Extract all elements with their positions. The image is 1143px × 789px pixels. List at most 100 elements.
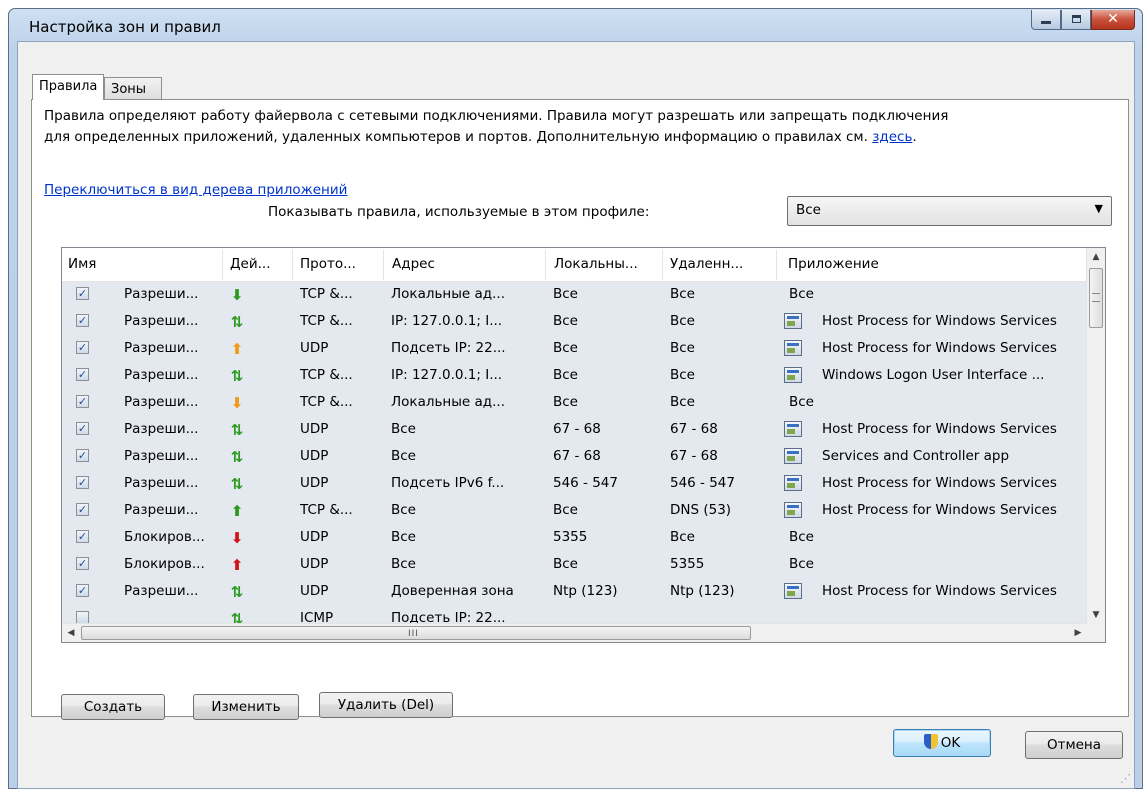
application-icon bbox=[784, 313, 802, 329]
maximize-button[interactable] bbox=[1061, 10, 1091, 30]
rule-protocol: UDP bbox=[300, 475, 329, 491]
table-row[interactable]: ✓ Разреши... ⇅ UDP Все 67 - 68 67 - 68 S… bbox=[62, 444, 1087, 471]
scroll-down-icon[interactable]: ▼ bbox=[1087, 606, 1105, 624]
horizontal-scrollbar[interactable]: ◀ III ▶ bbox=[62, 623, 1087, 642]
row-enabled-checkbox[interactable]: ✓ bbox=[76, 530, 89, 543]
rule-remote-port: Все bbox=[670, 313, 695, 329]
vertical-scrollbar[interactable]: ▲ ▼ bbox=[1086, 248, 1105, 624]
row-enabled-checkbox[interactable]: ✓ bbox=[76, 395, 89, 408]
table-row[interactable]: ✓ Разреши... ⇅ TCP &... IP: 127.0.0.1; I… bbox=[62, 363, 1087, 390]
horizontal-scroll-thumb[interactable]: III bbox=[81, 626, 751, 640]
table-row[interactable]: ✓ Разреши... ⇅ UDP Доверенная зона Ntp (… bbox=[62, 579, 1087, 606]
uac-shield-icon bbox=[923, 734, 938, 749]
tab-zones[interactable]: Зоны bbox=[104, 77, 162, 100]
description-line-2-wrap: для определенных приложений, удаленных к… bbox=[44, 127, 1124, 148]
ok-button[interactable]: OK bbox=[893, 729, 991, 757]
table-row[interactable]: ✓ Разреши... ⇅ TCP &... IP: 127.0.0.1; I… bbox=[62, 309, 1087, 336]
rule-application: Host Process for Windows Services bbox=[822, 475, 1057, 491]
row-enabled-checkbox[interactable]: ✓ bbox=[76, 422, 89, 435]
rules-table[interactable]: Имя Дей... Прото... Адрес Локальны... Уд… bbox=[61, 247, 1106, 643]
column-header-protocol[interactable]: Прото... bbox=[294, 248, 384, 282]
scroll-up-icon[interactable]: ▲ bbox=[1087, 248, 1105, 266]
scroll-left-icon[interactable]: ◀ bbox=[62, 624, 80, 642]
table-row[interactable]: ✓ Блокиров... ⬆ UDP Все Все 5355 Все bbox=[62, 552, 1087, 579]
grip-icon bbox=[1092, 293, 1100, 302]
row-enabled-checkbox[interactable]: ✓ bbox=[76, 584, 89, 597]
table-row[interactable]: ✓ Блокиров... ⬇ UDP Все 5355 Все Все bbox=[62, 525, 1087, 552]
create-button[interactable]: Создать bbox=[61, 694, 165, 720]
table-row[interactable]: ✓ Разреши... ⇅ UDP Подсеть IPv6 f... 546… bbox=[62, 471, 1087, 498]
column-divider[interactable] bbox=[662, 250, 663, 280]
rule-application: Host Process for Windows Services bbox=[822, 340, 1057, 356]
delete-button[interactable]: Удалить (Del) bbox=[319, 692, 453, 718]
column-header-local-port[interactable]: Локальны... bbox=[548, 248, 662, 282]
row-enabled-checkbox[interactable]: ✓ bbox=[76, 287, 89, 300]
column-header-application[interactable]: Приложение bbox=[782, 248, 1072, 282]
rule-name: Разреши... bbox=[124, 286, 199, 302]
minimize-button[interactable] bbox=[1031, 10, 1061, 30]
direction-arrow-icon: ⬇ bbox=[230, 529, 244, 547]
column-divider[interactable] bbox=[292, 250, 293, 280]
switch-to-tree-view-link[interactable]: Переключиться в вид дерева приложений bbox=[44, 182, 347, 198]
column-divider[interactable] bbox=[383, 250, 384, 280]
rule-protocol: TCP &... bbox=[300, 367, 353, 383]
cancel-button[interactable]: Отмена bbox=[1025, 731, 1123, 759]
close-button[interactable]: ✕ bbox=[1091, 10, 1135, 30]
rule-protocol: TCP &... bbox=[300, 394, 353, 410]
direction-arrow-icon: ⇅ bbox=[230, 367, 244, 385]
rule-protocol: UDP bbox=[300, 556, 329, 572]
column-header-address[interactable]: Адрес bbox=[386, 248, 546, 282]
description-period: . bbox=[912, 129, 917, 145]
table-row[interactable]: ✓ Разреши... ⬆ TCP &... Все Все DNS (53)… bbox=[62, 498, 1087, 525]
tab-rules[interactable]: Правила bbox=[32, 74, 104, 100]
rules-description: Правила определяют работу файервола с се… bbox=[44, 106, 1124, 148]
table-row[interactable]: ✓ Разреши... ⬇ TCP &... Локальные ад... … bbox=[62, 390, 1087, 417]
rule-protocol: UDP bbox=[300, 340, 329, 356]
rule-remote-port: Все bbox=[670, 367, 695, 383]
rule-local-port: Ntp (123) bbox=[553, 583, 618, 599]
column-header-remote-port[interactable]: Удаленн... bbox=[664, 248, 776, 282]
scroll-right-icon[interactable]: ▶ bbox=[1069, 624, 1087, 642]
profile-filter-select[interactable]: Все ▼ bbox=[787, 196, 1112, 226]
rule-application: Host Process for Windows Services bbox=[822, 421, 1057, 437]
rule-protocol: ICMP bbox=[300, 610, 334, 624]
row-enabled-checkbox[interactable]: ✓ bbox=[76, 503, 89, 516]
row-enabled-checkbox[interactable]: ✓ bbox=[76, 449, 89, 462]
column-divider[interactable] bbox=[545, 250, 546, 280]
settings-window: Настройка зон и правил ✕ Правила Зоны Пр… bbox=[8, 8, 1143, 789]
resize-grip-icon[interactable]: ⋰ bbox=[1120, 772, 1131, 785]
row-enabled-checkbox[interactable]: ✓ bbox=[76, 557, 89, 570]
rule-local-port: Все bbox=[553, 556, 578, 572]
rule-remote-port: 67 - 68 bbox=[670, 448, 718, 464]
column-divider[interactable] bbox=[222, 250, 223, 280]
vertical-scroll-thumb[interactable] bbox=[1089, 268, 1103, 328]
column-header-action[interactable]: Дей... bbox=[224, 248, 292, 282]
table-row[interactable]: ✓ Разреши... ⬇ TCP &... Локальные ад... … bbox=[62, 282, 1087, 309]
rule-name: Разреши... bbox=[124, 421, 199, 437]
row-enabled-checkbox[interactable]: ✓ bbox=[76, 368, 89, 381]
rule-address: Локальные ад... bbox=[391, 286, 505, 302]
rule-address: Доверенная зона bbox=[391, 583, 514, 599]
rule-application: Host Process for Windows Services bbox=[822, 502, 1057, 518]
rule-name: Разреши... bbox=[124, 583, 199, 599]
help-link[interactable]: здесь bbox=[872, 129, 912, 145]
rule-protocol: TCP &... bbox=[300, 286, 353, 302]
table-row-partial[interactable]: ⇅ ICMP Подсеть IP: 22... bbox=[62, 606, 1087, 624]
application-icon bbox=[784, 502, 802, 518]
row-enabled-checkbox[interactable]: ✓ bbox=[76, 476, 89, 489]
edit-button[interactable]: Изменить bbox=[193, 694, 299, 720]
rule-protocol: UDP bbox=[300, 583, 329, 599]
rule-application: Services and Controller app bbox=[822, 448, 1010, 464]
rule-address: IP: 127.0.0.1; I... bbox=[391, 367, 503, 383]
direction-arrow-icon: ⬆ bbox=[230, 556, 244, 574]
title-bar[interactable]: Настройка зон и правил ✕ bbox=[9, 9, 1142, 41]
direction-arrow-icon: ⬇ bbox=[230, 286, 244, 304]
table-row[interactable]: ✓ Разреши... ⇅ UDP Все 67 - 68 67 - 68 H… bbox=[62, 417, 1087, 444]
column-divider[interactable] bbox=[776, 250, 777, 280]
rule-local-port: 67 - 68 bbox=[553, 448, 601, 464]
row-enabled-checkbox[interactable]: ✓ bbox=[76, 341, 89, 354]
row-enabled-checkbox[interactable]: ✓ bbox=[76, 314, 89, 327]
column-header-name[interactable]: Имя bbox=[62, 248, 222, 282]
rule-local-port: Все bbox=[553, 340, 578, 356]
table-row[interactable]: ✓ Разреши... ⬆ UDP Подсеть IP: 22... Все… bbox=[62, 336, 1087, 363]
